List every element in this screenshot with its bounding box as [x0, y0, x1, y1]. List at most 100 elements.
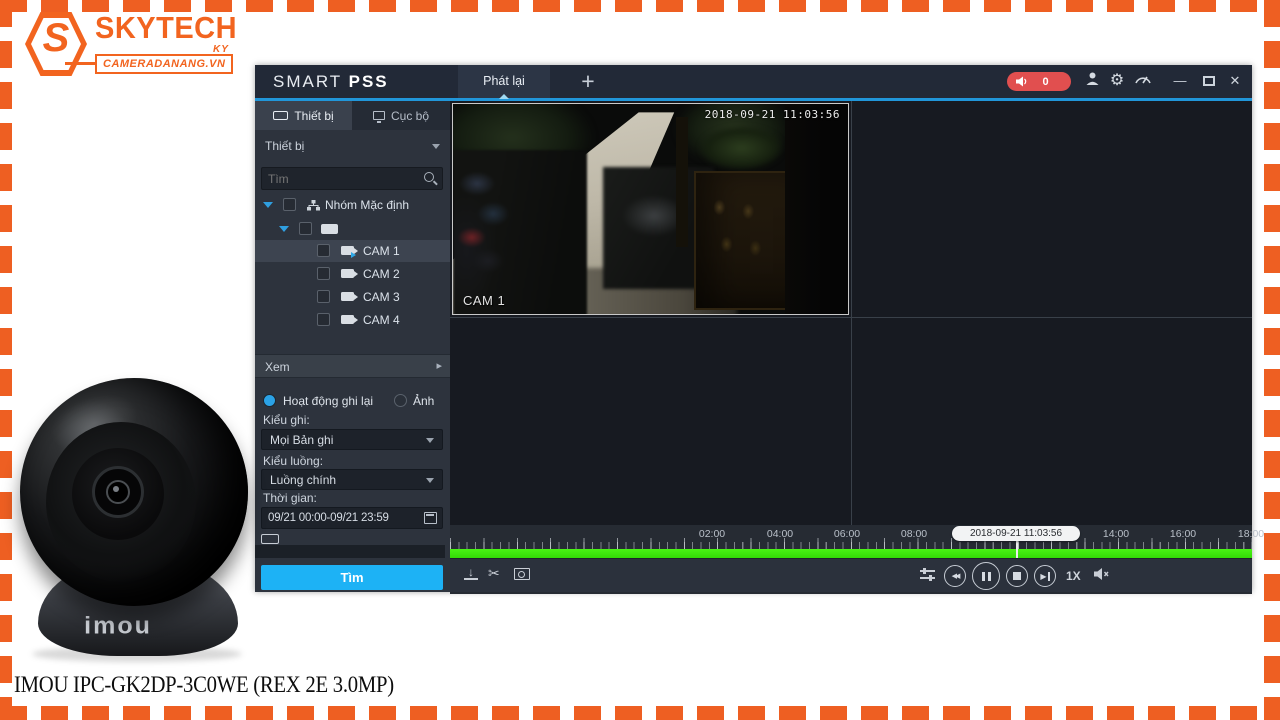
radio-picture[interactable] — [394, 394, 407, 407]
time-range-input[interactable]: 09/21 00:00-09/21 23:59 — [261, 507, 443, 529]
frame-border-bottom — [0, 706, 1280, 720]
sidebar-tab-device[interactable]: Thiết bị — [255, 101, 352, 130]
expander-down-icon[interactable] — [263, 202, 273, 208]
product-caption: IMOU IPC-GK2DP-3C0WE (REX 2E 3.0MP) — [14, 672, 394, 697]
tree-row-group[interactable]: Nhóm Mặc định — [255, 194, 450, 216]
alarm-count: 0 — [1042, 75, 1049, 88]
playback-speed[interactable]: 1X — [1066, 569, 1081, 583]
new-tab-button[interactable]: + — [575, 67, 601, 97]
grid-divider-horizontal — [450, 317, 1252, 318]
video-foliage — [697, 125, 785, 172]
stop-button[interactable] — [1006, 565, 1028, 587]
monitor-icon — [372, 111, 385, 123]
stream-type-label: Kiểu luồng: — [263, 454, 324, 468]
logo-site-text: CAMERADANANG.VN — [95, 54, 234, 74]
group-checkbox[interactable] — [283, 198, 296, 211]
device-mini-icon — [261, 534, 279, 544]
logo-tail-line — [65, 62, 97, 65]
playback-toolbar: ↓ ✂ ◀◀ ▶ 1X — [450, 558, 1252, 592]
restore-button[interactable] — [1203, 76, 1215, 86]
page: S SKYTECH KY CAMERADANANG.VN SMART PSS P… — [0, 0, 1280, 720]
camera-icon — [341, 292, 358, 301]
frame-border-left — [0, 0, 12, 720]
video-pane-cam1[interactable]: 2018-09-21 11:03:56 CAM 1 — [452, 103, 849, 315]
view-section-header[interactable]: Xem ▸ — [255, 354, 450, 378]
frame-border-right — [1264, 0, 1280, 720]
tree-row-cam1[interactable]: CAM 1 — [255, 240, 450, 262]
digital-zoom-icon[interactable] — [514, 568, 530, 580]
video-osd-camera-label: CAM 1 — [463, 293, 506, 308]
logo-brand-text: SKYTECH — [95, 12, 238, 46]
download-icon[interactable]: ↓ — [464, 566, 478, 580]
video-clutter — [453, 150, 588, 314]
record-type-select[interactable]: Mọi Bản ghi — [261, 429, 443, 450]
chevron-down-icon — [426, 438, 434, 443]
active-tab-notch — [499, 94, 509, 99]
stream-config-icon[interactable] — [920, 568, 935, 581]
chevron-down-icon — [432, 144, 440, 149]
search-mode-radios: Hoạt động ghi lại Ảnh — [255, 392, 450, 410]
grid-divider-vertical — [851, 101, 852, 525]
close-button[interactable]: ✕ — [1225, 73, 1245, 89]
timeline-position-bubble: 2018-09-21 11:03:56 — [952, 526, 1080, 541]
speaker-icon — [1016, 76, 1027, 87]
camera-lens — [92, 466, 144, 518]
next-frame-button[interactable]: ▶ — [1034, 565, 1056, 587]
timeline-playhead[interactable] — [1016, 540, 1018, 560]
device-source-dropdown[interactable]: Thiết bị — [255, 134, 450, 159]
device-icon — [273, 111, 289, 120]
video-pole — [676, 116, 689, 247]
product-photo-imou-camera: imou — [12, 378, 262, 668]
sidebar-tab-local[interactable]: Cục bộ — [352, 101, 450, 130]
clip-scissors-icon[interactable]: ✂ — [488, 565, 500, 582]
time-range-label: Thời gian: — [263, 491, 317, 505]
alarm-badge[interactable]: 0 — [1007, 72, 1071, 91]
camera-icon — [341, 269, 358, 278]
search-icon — [424, 172, 434, 182]
app-logo: SMART PSS — [273, 72, 389, 91]
gear-icon[interactable]: ⚙ — [1106, 71, 1128, 91]
imou-brand-text: imou — [84, 612, 152, 640]
camera-sphere — [20, 378, 248, 606]
camera-playing-icon — [341, 246, 358, 258]
camera-icon — [341, 315, 358, 324]
radio-record-selected[interactable] — [263, 394, 276, 407]
search-box[interactable] — [261, 167, 443, 190]
stream-type-select[interactable]: Luồng chính — [261, 469, 443, 490]
chevron-down-icon — [426, 478, 434, 483]
sidebar: Thiết bị Cục bộ Thiết bị Tìm Nhóm Mặc đị… — [255, 101, 450, 592]
video-osd-timestamp: 2018-09-21 11:03:56 — [704, 108, 840, 121]
cam1-checkbox[interactable] — [317, 244, 330, 257]
mute-speaker-icon[interactable] — [1094, 567, 1110, 586]
calendar-icon[interactable] — [424, 512, 437, 524]
device-checkbox[interactable] — [299, 222, 312, 235]
tree-row-cam2[interactable]: CAM 2 — [255, 263, 450, 285]
expander-down-icon[interactable] — [279, 226, 289, 232]
dashboard-gauge-icon[interactable] — [1132, 71, 1154, 91]
skytech-logo: S SKYTECH KY CAMERADANANG.VN — [25, 10, 240, 78]
pause-button[interactable] — [972, 562, 1000, 590]
logo-hexagon-icon: S — [25, 12, 87, 76]
cam2-checkbox[interactable] — [317, 267, 330, 280]
tree-row-device[interactable] — [255, 218, 450, 240]
search-button[interactable]: Tìm — [261, 565, 443, 590]
tree-row-cam4[interactable]: CAM 4 — [255, 309, 450, 331]
smartpss-window: SMART PSS Phát lại + 0 ⚙ — ✕ Thiết bị Cụ… — [255, 65, 1264, 594]
cam4-checkbox[interactable] — [317, 313, 330, 326]
search-input[interactable] — [268, 168, 413, 189]
status-bar — [255, 545, 445, 558]
record-type-label: Kiểu ghi: — [263, 413, 310, 427]
timeline-major-ticks — [450, 538, 1252, 549]
minimize-button[interactable]: — — [1170, 73, 1190, 88]
recorder-icon — [321, 224, 338, 234]
playback-area: 2018-09-21 11:03:56 CAM 1 ‹ 02:00 04:00 … — [450, 101, 1264, 594]
user-icon[interactable] — [1081, 71, 1103, 91]
video-shadow-area — [784, 104, 848, 314]
video-cabinet — [693, 171, 789, 310]
group-tree-icon — [307, 200, 320, 211]
arrow-right-icon: ▸ — [436, 360, 442, 372]
rewind-button[interactable]: ◀◀ — [944, 565, 966, 587]
cam3-checkbox[interactable] — [317, 290, 330, 303]
title-bar: SMART PSS Phát lại + 0 ⚙ — ✕ — [255, 65, 1252, 98]
tree-row-cam3[interactable]: CAM 3 — [255, 286, 450, 308]
